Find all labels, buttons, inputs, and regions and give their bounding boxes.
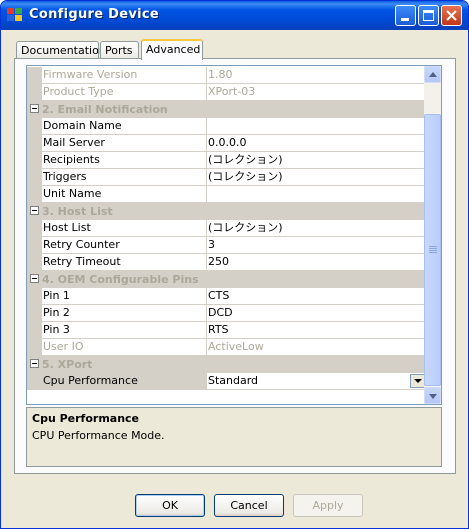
property-value[interactable]: 3 xyxy=(206,237,426,254)
category-row[interactable]: 3. Host List xyxy=(27,203,424,220)
row-margin xyxy=(27,288,42,305)
help-panel: Cpu Performance CPU Performance Mode. xyxy=(26,407,442,467)
property-value[interactable]: 0.0.0.0 xyxy=(206,135,426,152)
property-name: Recipients xyxy=(42,152,206,169)
app-icon xyxy=(7,8,23,22)
row-margin xyxy=(27,169,42,186)
property-row[interactable]: Recipients (コレクション) xyxy=(27,152,426,169)
category-label: 2. Email Notification xyxy=(42,103,168,116)
property-row[interactable]: Retry Timeout 250 xyxy=(27,254,426,271)
property-name: Pin 1 xyxy=(42,288,206,305)
property-name: Pin 2 xyxy=(42,305,206,322)
property-value: XPort-03 xyxy=(206,84,426,101)
row-margin xyxy=(27,67,42,84)
property-value-dropdown[interactable]: Standard xyxy=(206,373,426,390)
collapse-icon[interactable] xyxy=(30,206,39,215)
property-name: Host List xyxy=(42,220,206,237)
property-value[interactable] xyxy=(206,186,426,203)
property-row[interactable]: Domain Name xyxy=(27,118,426,135)
property-name: Cpu Performance xyxy=(42,373,206,390)
ok-button[interactable]: OK xyxy=(135,494,205,517)
minimize-icon[interactable] xyxy=(395,5,416,26)
window-title: Configure Device xyxy=(29,7,160,22)
property-row[interactable]: Mail Server 0.0.0.0 xyxy=(27,135,426,152)
category-label: 3. Host List xyxy=(42,205,113,218)
property-name: Pin 3 xyxy=(42,322,206,339)
tab-ports[interactable]: Ports xyxy=(100,41,139,58)
collapse-icon[interactable] xyxy=(30,274,39,283)
property-name: Product Type xyxy=(42,84,206,101)
row-margin xyxy=(27,152,42,169)
tab-documentation[interactable]: Documentation xyxy=(16,41,106,58)
property-name: Domain Name xyxy=(42,118,206,135)
property-row[interactable]: Triggers (コレクション) xyxy=(27,169,426,186)
property-value[interactable]: (コレクション) xyxy=(206,169,426,186)
property-value[interactable]: DCD xyxy=(206,305,426,322)
category-row[interactable]: 2. Email Notification xyxy=(27,101,424,118)
property-value: ActiveLow xyxy=(206,339,426,356)
row-margin xyxy=(27,118,42,135)
property-value[interactable] xyxy=(206,118,426,135)
category-label: 4. OEM Configurable Pins xyxy=(42,273,199,286)
category-label: 5. XPort xyxy=(42,358,93,371)
property-value[interactable]: CTS xyxy=(206,288,426,305)
scrollbar-thumb[interactable] xyxy=(424,114,441,386)
help-title: Cpu Performance xyxy=(32,412,140,425)
property-value[interactable]: (コレクション) xyxy=(206,220,426,237)
tab-label: Documentation xyxy=(21,44,106,57)
row-margin xyxy=(27,339,42,356)
property-name: Unit Name xyxy=(42,186,206,203)
property-name: User IO xyxy=(42,339,206,356)
row-margin xyxy=(27,220,42,237)
row-margin xyxy=(27,305,42,322)
property-row-selected[interactable]: Cpu Performance Standard xyxy=(27,373,426,390)
tab-label: Ports xyxy=(105,44,133,57)
property-name: Retry Counter xyxy=(42,237,206,254)
collapse-icon[interactable] xyxy=(30,104,39,113)
property-name: Retry Timeout xyxy=(42,254,206,271)
chevron-down-icon[interactable] xyxy=(410,374,425,388)
row-margin xyxy=(27,373,42,390)
property-grid: Firmware Version 1.80 Product Type XPort… xyxy=(26,65,442,405)
property-name: Triggers xyxy=(42,169,206,186)
property-name: Firmware Version xyxy=(42,67,206,84)
property-row[interactable]: Unit Name xyxy=(27,186,426,203)
collapse-icon[interactable] xyxy=(30,359,39,368)
property-value[interactable]: RTS xyxy=(206,322,426,339)
tab-advanced[interactable]: Advanced xyxy=(141,39,203,60)
property-name: Mail Server xyxy=(42,135,206,152)
help-description: CPU Performance Mode. xyxy=(32,429,165,442)
row-margin xyxy=(27,84,42,101)
property-value: 1.80 xyxy=(206,67,426,84)
close-icon[interactable] xyxy=(441,5,462,26)
property-row[interactable]: Firmware Version 1.80 xyxy=(27,67,426,84)
property-value[interactable]: (コレクション) xyxy=(206,152,426,169)
dropdown-value: Standard xyxy=(208,374,259,387)
property-row[interactable]: Pin 2 DCD xyxy=(27,305,426,322)
scroll-up-arrow-icon[interactable] xyxy=(424,66,441,83)
vertical-scrollbar[interactable] xyxy=(424,66,441,404)
property-row[interactable]: Retry Counter 3 xyxy=(27,237,426,254)
scroll-down-arrow-icon[interactable] xyxy=(424,387,441,404)
maximize-icon[interactable] xyxy=(418,5,439,26)
property-row[interactable]: Product Type XPort-03 xyxy=(27,84,426,101)
row-margin xyxy=(27,237,42,254)
property-row[interactable]: Host List (コレクション) xyxy=(27,220,426,237)
property-row[interactable]: User IO ActiveLow xyxy=(27,339,426,356)
property-value[interactable]: 250 xyxy=(206,254,426,271)
category-row[interactable]: 4. OEM Configurable Pins xyxy=(27,271,424,288)
row-margin xyxy=(27,254,42,271)
property-row[interactable]: Pin 3 RTS xyxy=(27,322,426,339)
row-margin xyxy=(27,135,42,152)
row-margin xyxy=(27,186,42,203)
configure-device-window: Configure Device Documentation Ports Adv… xyxy=(0,0,469,529)
row-margin xyxy=(27,322,42,339)
tab-label: Advanced xyxy=(146,43,201,56)
category-row[interactable]: 5. XPort xyxy=(27,356,424,373)
apply-button[interactable]: Apply xyxy=(293,494,363,517)
property-row[interactable]: Pin 1 CTS xyxy=(27,288,426,305)
cancel-button[interactable]: Cancel xyxy=(214,494,284,517)
title-bar[interactable]: Configure Device xyxy=(1,1,468,30)
